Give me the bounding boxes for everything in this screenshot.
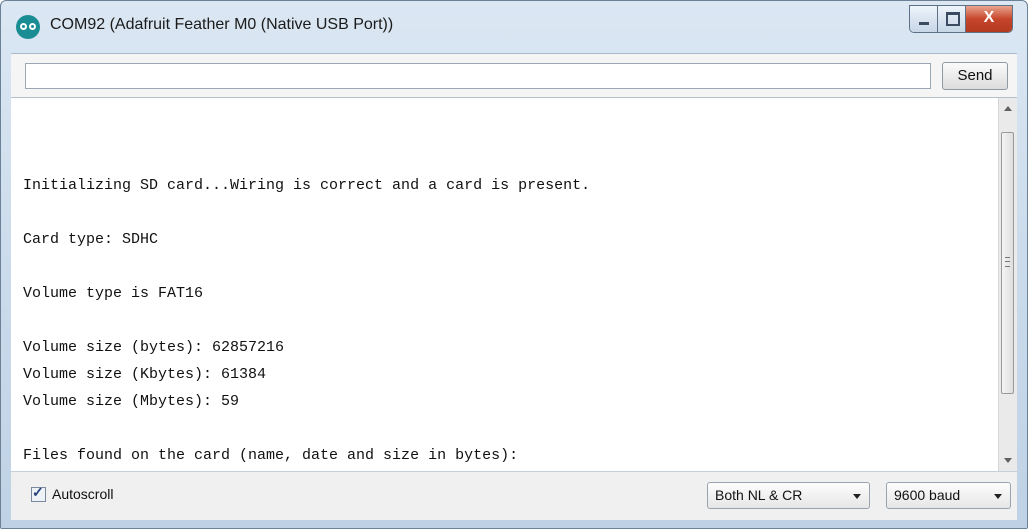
- line-ending-value: Both NL & CR: [715, 487, 803, 503]
- autoscroll-checkbox[interactable]: [31, 484, 46, 502]
- grip-icon: [1005, 257, 1010, 267]
- baud-rate-value: 9600 baud: [894, 487, 961, 503]
- scrollbar-thumb[interactable]: [1001, 132, 1014, 394]
- chevron-down-icon: [994, 494, 1002, 499]
- autoscroll-toggle[interactable]: Autoscroll: [31, 484, 114, 502]
- scroll-up-arrow-icon[interactable]: [1004, 106, 1012, 111]
- minimize-button[interactable]: [910, 6, 938, 32]
- close-button[interactable]: X: [966, 6, 1012, 32]
- send-button[interactable]: Send: [942, 62, 1008, 90]
- line-ending-select[interactable]: Both NL & CR: [707, 482, 870, 509]
- window-controls: X: [909, 5, 1013, 33]
- vertical-scrollbar[interactable]: [998, 98, 1017, 471]
- close-icon: X: [983, 9, 995, 26]
- send-row: Send: [11, 53, 1017, 97]
- title-bar[interactable]: COM92 (Adafruit Feather M0 (Native USB P…: [1, 1, 1027, 53]
- autoscroll-label: Autoscroll: [52, 486, 114, 502]
- baud-rate-select[interactable]: 9600 baud: [886, 482, 1011, 509]
- bottom-bar: Autoscroll Both NL & CR 9600 baud: [11, 471, 1017, 520]
- chevron-down-icon: [853, 494, 861, 499]
- arduino-logo-icon: [16, 15, 40, 39]
- serial-output-text: Initializing SD card...Wiring is correct…: [23, 177, 591, 464]
- scroll-down-arrow-icon[interactable]: [1004, 458, 1012, 463]
- serial-input[interactable]: [25, 63, 931, 89]
- maximize-button[interactable]: [938, 6, 966, 32]
- window-title: COM92 (Adafruit Feather M0 (Native USB P…: [50, 16, 394, 33]
- serial-monitor-window: COM92 (Adafruit Feather M0 (Native USB P…: [0, 0, 1028, 529]
- serial-output[interactable]: Initializing SD card...Wiring is correct…: [11, 97, 1017, 471]
